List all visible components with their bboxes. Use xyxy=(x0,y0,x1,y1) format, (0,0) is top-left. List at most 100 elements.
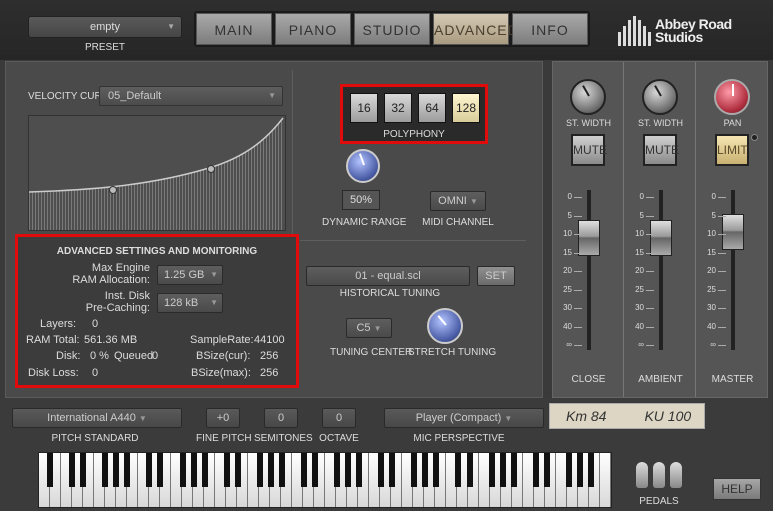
fader-scale-tick xyxy=(574,326,582,328)
semitones-label: SEMITONES xyxy=(254,433,313,444)
black-key[interactable] xyxy=(179,453,186,487)
tuning-file-field[interactable]: 01 - equal.scl xyxy=(306,266,470,286)
polyphony-128-button[interactable]: 128 xyxy=(452,93,480,123)
black-key[interactable] xyxy=(124,453,131,487)
black-key[interactable] xyxy=(455,453,462,487)
black-key[interactable] xyxy=(587,453,594,487)
pitch-standard-select[interactable]: International A440 ▼ xyxy=(12,408,182,428)
help-button[interactable]: HELP xyxy=(713,478,761,500)
black-key[interactable] xyxy=(565,453,572,487)
black-key[interactable] xyxy=(334,453,341,487)
fader-scale-tick xyxy=(718,252,726,254)
polyphony-64-button[interactable]: 64 xyxy=(418,93,446,123)
octave-field[interactable]: 0 xyxy=(322,408,356,428)
black-key[interactable] xyxy=(378,453,385,487)
black-key[interactable] xyxy=(102,453,109,487)
limit-button[interactable]: LIMIT xyxy=(715,134,749,166)
tab-piano[interactable]: PIANO xyxy=(275,13,351,45)
tab-studio[interactable]: STUDIO xyxy=(354,13,430,45)
fader-scale-label: 5 xyxy=(711,210,716,220)
black-key[interactable] xyxy=(488,453,495,487)
fader-scale-label: 10 xyxy=(563,229,572,238)
black-key[interactable] xyxy=(113,453,120,487)
volume-fader[interactable] xyxy=(722,214,744,250)
fine-pitch-field[interactable]: +0 xyxy=(206,408,240,428)
black-key[interactable] xyxy=(576,453,583,487)
chevron-down-icon: ▼ xyxy=(469,197,478,206)
chevron-down-icon: ▼ xyxy=(210,270,218,279)
dynamic-range-label: DYNAMIC RANGE xyxy=(322,217,407,228)
semitones-field[interactable]: 0 xyxy=(264,408,298,428)
fader-scale-tick xyxy=(646,326,654,328)
velocity-curve-graph xyxy=(28,117,284,230)
velocity-curve-select[interactable]: 05_Default ▼ xyxy=(99,86,283,106)
preset-label: PRESET xyxy=(84,42,125,53)
black-key[interactable] xyxy=(543,453,550,487)
black-key[interactable] xyxy=(146,453,153,487)
black-key[interactable] xyxy=(311,453,318,487)
channel-knob-label: PAN xyxy=(723,118,742,128)
black-key[interactable] xyxy=(433,453,440,487)
set-tuning-button[interactable]: SET xyxy=(477,266,515,286)
tab-main[interactable]: MAIN xyxy=(196,13,272,45)
preset-select[interactable]: empty ▼ xyxy=(28,16,182,38)
fader-scale-label: 15 xyxy=(707,247,716,257)
channel-name: CLOSE xyxy=(571,374,606,385)
fader-scale-label: 30 xyxy=(707,303,716,312)
pan-knob[interactable] xyxy=(714,79,750,115)
divider xyxy=(300,240,526,241)
pedals-icon[interactable] xyxy=(632,458,688,490)
black-key[interactable] xyxy=(300,453,307,487)
tab-info[interactable]: INFO xyxy=(512,13,588,45)
curve-handle[interactable] xyxy=(109,186,117,194)
piano-keyboard[interactable] xyxy=(38,452,612,508)
mute-button[interactable]: MUTE xyxy=(643,134,679,166)
black-key[interactable] xyxy=(256,453,263,487)
black-key[interactable] xyxy=(532,453,539,487)
fader-scale-tick xyxy=(574,197,582,198)
black-key[interactable] xyxy=(510,453,517,487)
fader-scale-label: 25 xyxy=(635,284,644,294)
polyphony-16-button[interactable]: 16 xyxy=(350,93,378,123)
black-key[interactable] xyxy=(356,453,363,487)
tab-advanced[interactable]: ADVANCED xyxy=(433,13,518,45)
black-key[interactable] xyxy=(499,453,506,487)
black-key[interactable] xyxy=(223,453,230,487)
black-key[interactable] xyxy=(389,453,396,487)
black-key[interactable] xyxy=(466,453,473,487)
black-key[interactable] xyxy=(80,453,87,487)
white-key[interactable] xyxy=(600,453,611,507)
midi-channel-label: MIDI CHANNEL xyxy=(422,217,494,228)
tuning-center-select[interactable]: C5 ▼ xyxy=(346,318,392,338)
black-key[interactable] xyxy=(157,453,164,487)
stereo-width-knob[interactable] xyxy=(570,79,606,115)
black-key[interactable] xyxy=(201,453,208,487)
black-key[interactable] xyxy=(190,453,197,487)
black-key[interactable] xyxy=(278,453,285,487)
stereo-width-knob[interactable] xyxy=(642,79,678,115)
black-key[interactable] xyxy=(47,453,54,487)
mic-perspective-select[interactable]: Player (Compact) ▼ xyxy=(384,408,544,428)
midi-channel-select[interactable]: OMNI ▼ xyxy=(430,191,486,211)
fader-scale-label: ∞ xyxy=(710,340,716,349)
disk-precaching-select[interactable]: 128 kB ▼ xyxy=(157,293,223,313)
black-key[interactable] xyxy=(345,453,352,487)
fader-scale-label: 20 xyxy=(563,266,572,275)
layers-label: Layers: xyxy=(40,318,77,330)
chevron-down-icon: ▼ xyxy=(167,22,175,31)
black-key[interactable] xyxy=(267,453,274,487)
black-key[interactable] xyxy=(69,453,76,487)
volume-fader[interactable] xyxy=(650,220,672,256)
velocity-curve-editor[interactable] xyxy=(28,115,286,231)
black-key[interactable] xyxy=(411,453,418,487)
polyphony-32-button[interactable]: 32 xyxy=(384,93,412,123)
dynamic-range-knob[interactable] xyxy=(346,149,380,183)
black-key[interactable] xyxy=(234,453,241,487)
stretch-tuning-knob[interactable] xyxy=(427,308,463,344)
fader-scale-label: 20 xyxy=(707,266,716,275)
volume-fader[interactable] xyxy=(578,220,600,256)
ram-allocation-select[interactable]: 1.25 GB ▼ xyxy=(157,265,223,285)
curve-handle[interactable] xyxy=(207,165,215,173)
black-key[interactable] xyxy=(422,453,429,487)
mute-button[interactable]: MUTE xyxy=(571,134,607,166)
